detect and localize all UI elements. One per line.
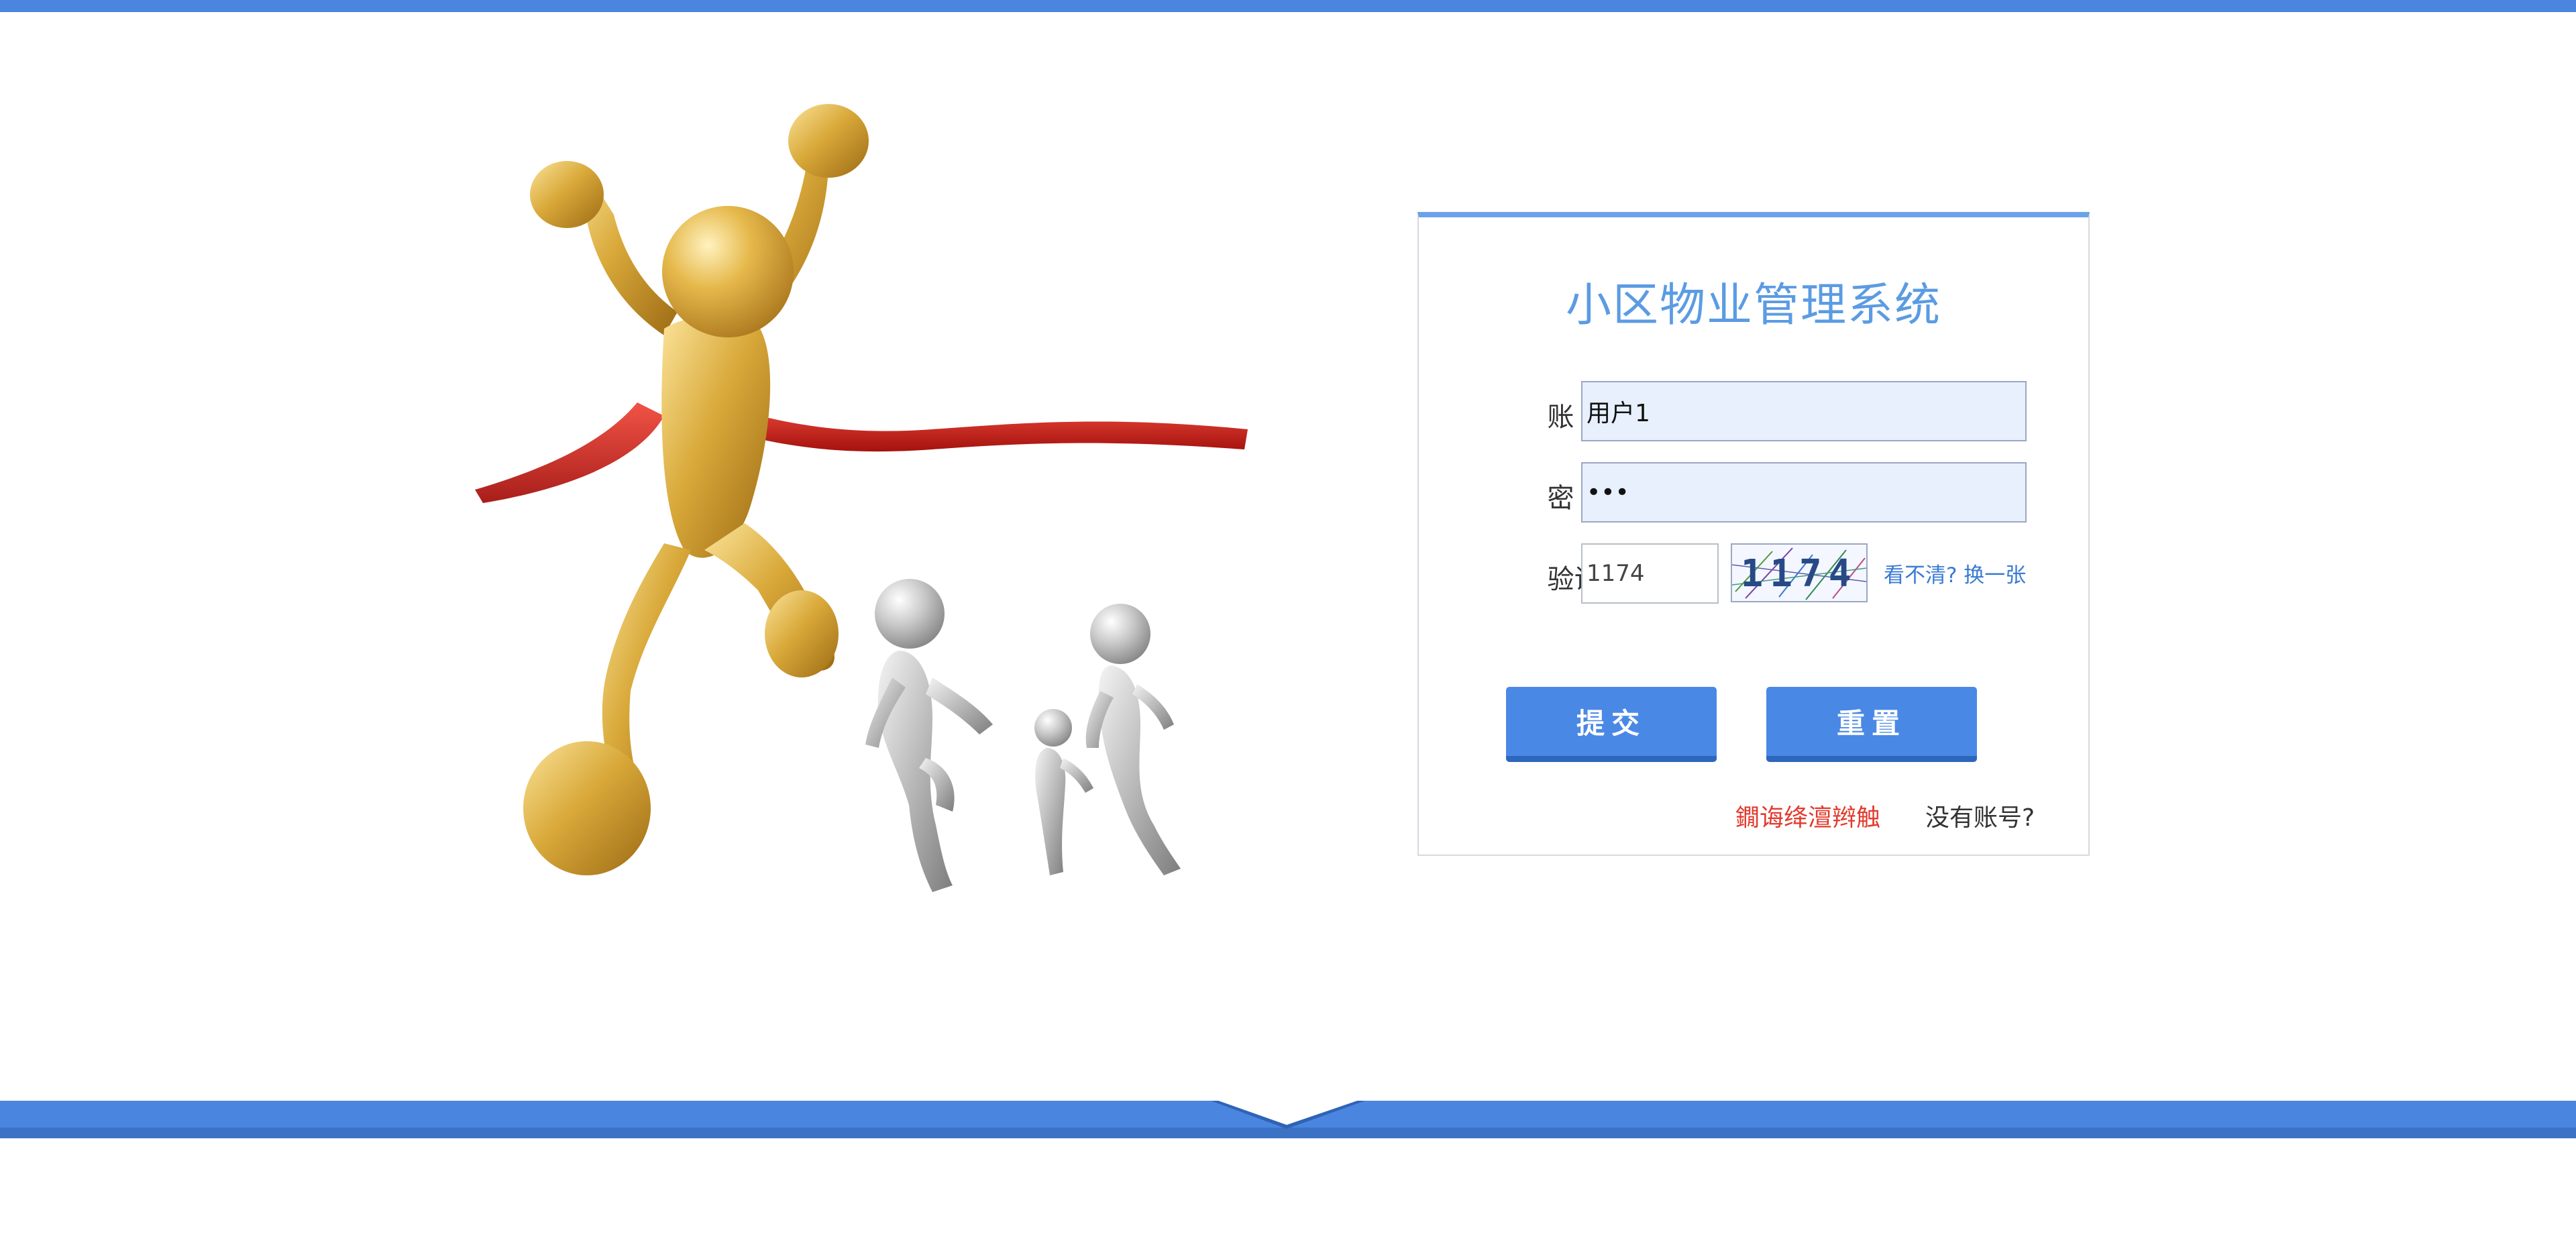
top-accent-bar (0, 0, 2576, 12)
captcha-refresh-link[interactable]: 看不清? 换一张 (1884, 558, 2026, 588)
winner-finish-line-illustration (475, 104, 1248, 892)
login-panel: 小区物业管理系统 账 号: 密 码: 验证码: 1174 看不清? 换一张 提交… (1417, 212, 2090, 856)
captcha-image[interactable]: 1174 (1731, 543, 1868, 602)
garbled-error-link[interactable]: 鐗诲绛澶辫触 (1735, 798, 1880, 833)
submit-button[interactable]: 提交 (1506, 687, 1717, 762)
reset-button[interactable]: 重置 (1766, 687, 1977, 762)
bottom-accent-band (0, 1098, 2576, 1138)
password-input[interactable] (1581, 462, 2027, 523)
captcha-input[interactable] (1581, 543, 1719, 604)
captcha-text: 1174 (1741, 552, 1858, 596)
register-link[interactable]: 没有账号? (1925, 798, 2035, 833)
account-input[interactable] (1581, 381, 2027, 441)
system-title: 小区物业管理系统 (1565, 279, 1941, 332)
